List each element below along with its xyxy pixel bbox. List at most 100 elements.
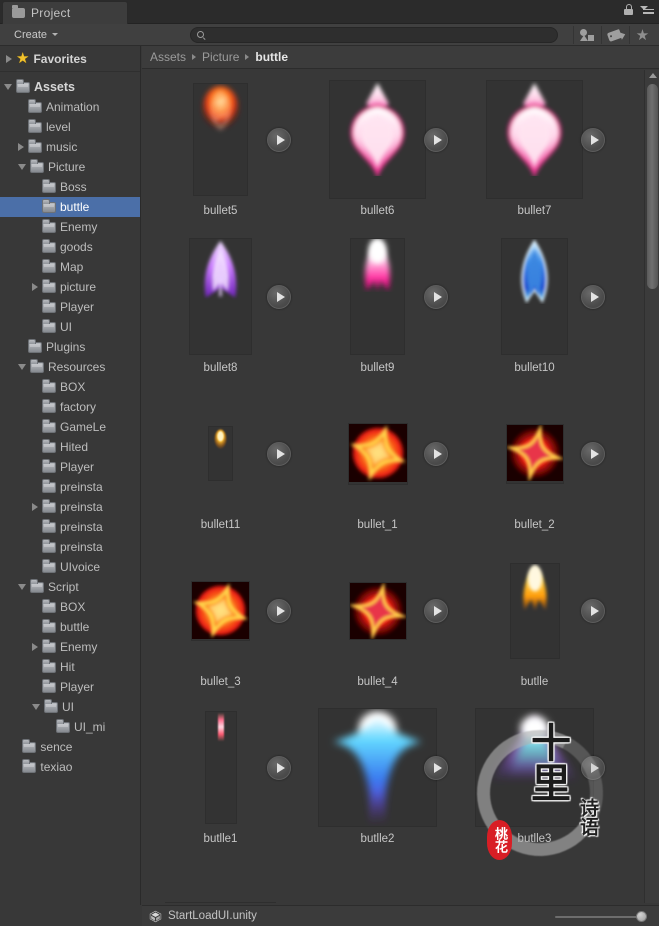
chevron-down-icon[interactable] (18, 164, 26, 170)
search-field[interactable] (190, 27, 558, 43)
filter-by-type-button[interactable] (573, 26, 599, 44)
asset-item[interactable]: bullet_4 (299, 549, 456, 706)
tree-item-player[interactable]: Player (0, 677, 140, 697)
asset-thumbnail[interactable] (509, 562, 560, 659)
play-icon[interactable] (267, 755, 291, 780)
asset-thumbnail[interactable] (191, 580, 250, 641)
asset-thumbnail[interactable] (318, 708, 437, 827)
asset-grid-scroll-area[interactable]: bullet5 bullet6 bullet7 bullet8 bullet9 … (142, 70, 644, 903)
play-icon[interactable] (267, 441, 291, 466)
tree-item-enemy[interactable]: Enemy (0, 217, 140, 237)
tree-item-preinsta[interactable]: preinsta (0, 537, 140, 557)
tree-item-uivoice[interactable]: UIvoice (0, 557, 140, 577)
tree-item-box[interactable]: BOX (0, 377, 140, 397)
project-tree-panel[interactable]: ★ Favorites Assets Animation level music Pic… (0, 46, 141, 926)
asset-thumbnail[interactable] (347, 422, 408, 485)
asset-folder-tree[interactable]: Assets Animation level music Picture Boss butt… (0, 72, 140, 777)
tree-item-factory[interactable]: factory (0, 397, 140, 417)
asset-item[interactable]: bullet9 (299, 235, 456, 392)
breadcrumb[interactable]: Assets Picture buttle (142, 46, 659, 69)
tree-item-level[interactable]: level (0, 117, 140, 137)
asset-thumbnail[interactable] (348, 581, 407, 640)
asset-thumbnail[interactable] (165, 902, 276, 903)
tree-item-sence[interactable]: sence (0, 737, 140, 757)
chevron-down-icon[interactable] (4, 84, 12, 90)
play-icon[interactable] (424, 284, 448, 309)
tree-item-preinsta[interactable]: preinsta (0, 497, 140, 517)
favorites-row[interactable]: ★ Favorites (0, 46, 140, 72)
breadcrumb-item-picture[interactable]: Picture (202, 50, 239, 64)
asset-item[interactable]: bullet10 (456, 235, 613, 392)
asset-item[interactable]: bullet11 (142, 392, 299, 549)
grid-size-slider[interactable] (555, 911, 647, 922)
tree-item-music[interactable]: music (0, 137, 140, 157)
scrollbar-thumb[interactable] (647, 84, 658, 289)
asset-item[interactable]: bullet6 (299, 78, 456, 235)
asset-item[interactable]: bullet_3 (142, 549, 299, 706)
tree-item-map[interactable]: Map (0, 257, 140, 277)
play-icon[interactable] (581, 441, 605, 466)
tree-item-script[interactable]: Script (0, 577, 140, 597)
play-icon[interactable] (424, 755, 448, 780)
tree-item-animation[interactable]: Animation (0, 97, 140, 117)
scroll-up-arrow-icon[interactable] (648, 73, 657, 78)
play-icon[interactable] (581, 284, 605, 309)
chevron-right-icon[interactable] (6, 54, 12, 63)
tree-item-box[interactable]: BOX (0, 597, 140, 617)
chevron-right-icon[interactable] (32, 643, 38, 651)
tree-item-ui-mi[interactable]: UI_mi (0, 717, 140, 737)
create-button[interactable]: Create (7, 26, 65, 43)
tree-item-picture[interactable]: Picture (0, 157, 140, 177)
lock-icon[interactable] (624, 4, 633, 15)
tree-item-buttle[interactable]: buttle (0, 617, 140, 637)
asset-thumbnail[interactable] (329, 80, 426, 199)
filter-by-label-button[interactable] (601, 26, 627, 44)
tree-item-plugins[interactable]: Plugins (0, 337, 140, 357)
play-icon[interactable] (424, 127, 448, 152)
asset-item[interactable]: bullet8 (142, 235, 299, 392)
asset-thumbnail[interactable] (208, 426, 233, 481)
tree-item-ui[interactable]: UI (0, 697, 140, 717)
breadcrumb-item-buttle[interactable]: buttle (255, 50, 288, 64)
asset-item[interactable] (142, 863, 299, 903)
asset-item[interactable]: butlle (456, 549, 613, 706)
tree-item-texiao[interactable]: texiao (0, 757, 140, 777)
asset-item[interactable]: butlle3 (456, 706, 613, 863)
asset-grid-scrollbar[interactable] (644, 70, 659, 903)
chevron-right-icon[interactable] (32, 283, 38, 291)
tab-project[interactable]: Project (2, 1, 128, 24)
chevron-right-icon[interactable] (32, 503, 38, 511)
asset-item[interactable]: bullet5 (142, 78, 299, 235)
asset-thumbnail[interactable] (486, 80, 583, 199)
asset-thumbnail[interactable] (204, 711, 237, 824)
chevron-right-icon[interactable] (18, 143, 24, 151)
tree-item-buttle[interactable]: buttle (0, 197, 140, 217)
asset-thumbnail[interactable] (505, 423, 564, 484)
asset-thumbnail[interactable] (475, 708, 594, 827)
asset-thumbnail[interactable] (350, 238, 405, 355)
chevron-down-icon[interactable] (18, 584, 26, 590)
asset-item[interactable]: bullet7 (456, 78, 613, 235)
tree-item-preinsta[interactable]: preinsta (0, 477, 140, 497)
tree-item-goods[interactable]: goods (0, 237, 140, 257)
tree-item-gamele[interactable]: GameLe (0, 417, 140, 437)
play-icon[interactable] (424, 598, 448, 623)
play-icon[interactable] (267, 284, 291, 309)
play-icon[interactable] (267, 598, 291, 623)
asset-item[interactable]: bullet_1 (299, 392, 456, 549)
play-icon[interactable] (267, 127, 291, 152)
asset-thumbnail[interactable] (501, 238, 568, 355)
asset-thumbnail[interactable] (189, 238, 252, 355)
tree-item-ui[interactable]: UI (0, 317, 140, 337)
tree-item-assets[interactable]: Assets (0, 77, 140, 97)
hamburger-menu-icon[interactable] (640, 4, 654, 15)
tree-item-enemy[interactable]: Enemy (0, 637, 140, 657)
tree-item-picture[interactable]: picture (0, 277, 140, 297)
filter-favorites-button[interactable]: ★ (629, 26, 655, 44)
asset-thumbnail[interactable] (193, 83, 248, 196)
asset-item[interactable]: bullet_2 (456, 392, 613, 549)
play-icon[interactable] (581, 127, 605, 152)
slider-knob[interactable] (636, 911, 647, 922)
tree-item-resources[interactable]: Resources (0, 357, 140, 377)
tree-item-player[interactable]: Player (0, 297, 140, 317)
